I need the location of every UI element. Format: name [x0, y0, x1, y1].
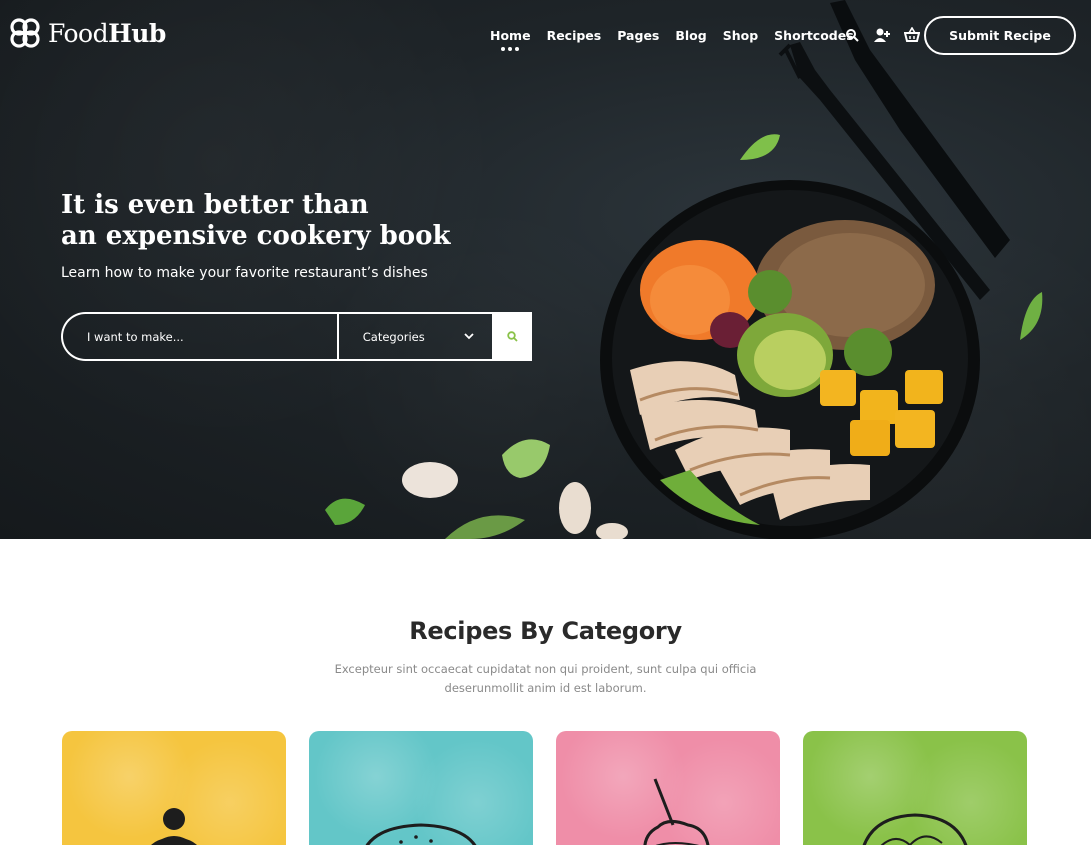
- nav-shortcodes[interactable]: Shortcodes: [774, 28, 854, 43]
- category-card[interactable]: [803, 731, 1027, 845]
- search-submit-button[interactable]: [492, 314, 532, 359]
- cake-icon: [151, 808, 197, 845]
- hero-banner: FoodHub Home Recipes Pages Blog Shop Sho…: [0, 0, 1091, 539]
- nav-home[interactable]: Home: [490, 28, 531, 51]
- nav-recipes[interactable]: Recipes: [547, 28, 602, 43]
- hero-subtitle: Learn how to make your favorite restaura…: [61, 265, 428, 281]
- section-title: Recipes By Category: [409, 617, 682, 645]
- nav-home-label: Home: [490, 28, 531, 43]
- brand-name-bold: Hub: [108, 18, 166, 48]
- header-icons: [843, 26, 921, 44]
- search-input[interactable]: [63, 314, 337, 359]
- hero-title-line1: It is even better than: [61, 190, 369, 220]
- section-description: Excepteur sint occaecat cupidatat non qu…: [334, 662, 757, 695]
- nav-pages[interactable]: Pages: [617, 28, 659, 43]
- hero-title-line2: an expensive cookery book: [61, 221, 451, 251]
- burger-icon: [365, 823, 477, 845]
- active-indicator-dots: [501, 47, 520, 51]
- categories-dropdown-label: Categories: [362, 329, 425, 344]
- dessert-icon: [643, 778, 710, 845]
- category-cards: [62, 731, 1027, 845]
- nav-blog[interactable]: Blog: [675, 28, 706, 43]
- search-icon: [506, 331, 518, 342]
- category-card[interactable]: [309, 731, 533, 845]
- brand-logo[interactable]: FoodHub: [8, 16, 166, 50]
- brand-name: FoodHub: [48, 19, 166, 48]
- category-card[interactable]: [556, 731, 780, 845]
- logo-knot-icon: [10, 18, 40, 48]
- category-card[interactable]: [62, 731, 286, 845]
- salad-icon: [862, 813, 968, 845]
- recipe-search-bar: Categories: [61, 312, 532, 361]
- chevron-down-icon: [464, 333, 474, 340]
- categories-dropdown[interactable]: Categories: [336, 314, 492, 359]
- search-icon[interactable]: [843, 26, 861, 44]
- hero-title: It is even better than an expensive cook…: [61, 190, 521, 252]
- add-user-icon[interactable]: [873, 26, 891, 44]
- brand-name-light: Food: [48, 18, 109, 48]
- submit-recipe-button[interactable]: Submit Recipe: [924, 16, 1076, 55]
- basket-icon[interactable]: [903, 26, 921, 44]
- main-nav: Home Recipes Pages Blog Shop Shortcodes: [490, 28, 854, 51]
- nav-shop[interactable]: Shop: [723, 28, 758, 43]
- basil-leaf-image: [740, 134, 780, 160]
